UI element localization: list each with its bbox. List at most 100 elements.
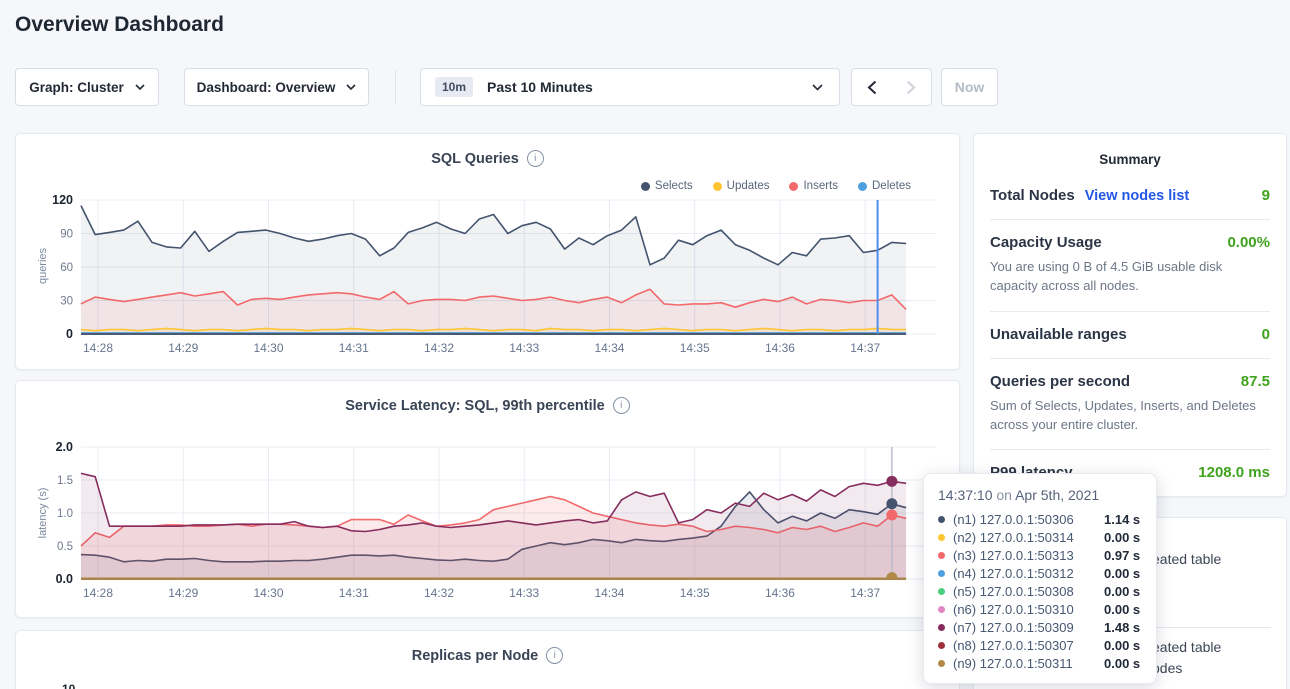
view-nodes-list-link[interactable]: View nodes list [1085,188,1190,204]
summary-row-qps: Queries per second 87.5 Sum of Selects, … [990,359,1270,451]
summary-title: Summary [974,152,1286,167]
tooltip-rows: (n1) 127.0.0.1:503061.14 s(n2) 127.0.0.1… [924,510,1156,672]
legend-item-inserts[interactable]: Inserts [789,180,838,192]
time-range-dropdown[interactable]: 10m Past 10 Minutes [420,68,840,106]
replicas-title-row: Replicas per Node i [16,647,959,664]
replicas-axis-partial-tick: 10 [62,682,75,689]
time-range-label: Past 10 Minutes [487,79,593,95]
dashboard-selector-label: Dashboard: Overview [197,80,336,95]
service-latency-title-row: Service Latency: SQL, 99th percentile i [16,397,959,414]
tooltip-row: (n9) 127.0.0.1:503110.00 s [924,654,1156,672]
summary-row-unavailable-ranges: Unavailable ranges 0 [990,312,1270,359]
svg-text:0: 0 [66,327,73,341]
capacity-usage-description: You are using 0 B of 4.5 GiB usable disk… [990,258,1270,296]
info-icon[interactable]: i [546,647,563,664]
legend-item-updates[interactable]: Updates [713,180,770,192]
svg-text:14:35: 14:35 [680,586,710,600]
summary-rows: Total Nodes View nodes list 9 Capacity U… [974,167,1286,496]
svg-text:14:33: 14:33 [509,341,539,355]
chevron-down-icon [346,84,356,90]
graph-selector-dropdown[interactable]: Graph: Cluster [15,68,159,106]
summary-row-total-nodes: Total Nodes View nodes list 9 [990,173,1270,220]
node-address: (n7) 127.0.0.1:50309 [953,620,1104,635]
capacity-usage-value: 0.00% [1227,234,1270,251]
svg-text:14:29: 14:29 [168,341,198,355]
node-address: (n9) 127.0.0.1:50311 [953,656,1104,671]
svg-text:14:34: 14:34 [594,341,624,355]
svg-text:14:36: 14:36 [765,341,795,355]
node-latency-value: 1.14 s [1104,512,1140,527]
svg-text:1.0: 1.0 [57,508,73,520]
legend-dot [858,182,867,191]
node-color-dot [938,642,945,649]
info-icon[interactable]: i [527,150,544,167]
tooltip-date: Apr 5th, 2021 [1015,487,1099,503]
tooltip-on-word: on [996,487,1012,503]
node-color-dot [938,606,945,613]
svg-text:30: 30 [60,296,73,308]
node-latency-value: 0.97 s [1104,548,1140,563]
svg-text:14:37: 14:37 [850,586,880,600]
svg-text:120: 120 [52,193,73,207]
node-color-dot [938,534,945,541]
sql-queries-legend: Selects Updates Inserts Deletes [641,180,911,192]
node-color-dot [938,660,945,667]
service-latency-chart[interactable]: 14:2814:2914:3014:3114:3214:3314:3414:35… [36,439,936,605]
tooltip-row: (n4) 127.0.0.1:503120.00 s [924,564,1156,582]
node-color-dot [938,588,945,595]
replicas-title: Replicas per Node [412,648,539,664]
sql-queries-chart[interactable]: 14:2814:2914:3014:3114:3214:3314:3414:35… [36,192,936,360]
legend-dot [713,182,722,191]
event-item-text-fragment: eated table [1152,639,1221,655]
svg-text:14:29: 14:29 [168,586,198,600]
summary-row-capacity: Capacity Usage 0.00% You are using 0 B o… [990,220,1270,312]
controls-divider [395,70,396,104]
node-latency-value: 0.00 s [1104,656,1140,671]
svg-text:60: 60 [60,262,73,274]
svg-text:14:36: 14:36 [765,586,795,600]
qps-description: Sum of Selects, Updates, Inserts, and De… [990,397,1270,435]
node-latency-value: 0.00 s [1104,638,1140,653]
tooltip-row: (n2) 127.0.0.1:503140.00 s [924,528,1156,546]
sql-queries-card: SQL Queries i Selects Updates Inserts Delet… [15,133,960,370]
tooltip-row: (n3) 127.0.0.1:503130.97 s [924,546,1156,564]
info-icon[interactable]: i [613,397,630,414]
now-button: Now [941,68,998,106]
event-item-text-fragment: eated table [1152,551,1221,567]
node-address: (n3) 127.0.0.1:50313 [953,548,1104,563]
sql-queries-title-row: SQL Queries i [16,150,959,167]
svg-text:14:32: 14:32 [424,586,454,600]
svg-text:2.0: 2.0 [56,440,73,454]
svg-text:14:32: 14:32 [424,341,454,355]
legend-label: Selects [655,180,693,192]
time-next-button [891,68,932,106]
replicas-per-node-card: Replicas per Node i [15,630,960,689]
overview-dashboard-page: Overview Dashboard Graph: Cluster Dashbo… [0,0,1290,689]
qps-value: 87.5 [1241,373,1270,390]
time-prev-button[interactable] [851,68,892,106]
sql-queries-title: SQL Queries [431,151,519,167]
total-nodes-value: 9 [1262,187,1270,204]
tooltip-row: (n7) 127.0.0.1:503091.48 s [924,618,1156,636]
unavailable-ranges-label: Unavailable ranges [990,326,1127,343]
tooltip-header: 14:37:10 on Apr 5th, 2021 [924,487,1156,510]
svg-text:90: 90 [60,229,73,241]
tooltip-row: (n6) 127.0.0.1:503100.00 s [924,600,1156,618]
graph-selector-label: Graph: Cluster [29,80,124,95]
svg-text:14:30: 14:30 [253,341,283,355]
qps-label: Queries per second [990,373,1130,390]
tooltip-row: (n5) 127.0.0.1:503080.00 s [924,582,1156,600]
node-address: (n2) 127.0.0.1:50314 [953,530,1104,545]
legend-item-deletes[interactable]: Deletes [858,180,911,192]
chart-tooltip: 14:37:10 on Apr 5th, 2021 (n1) 127.0.0.1… [923,473,1157,684]
svg-text:14:30: 14:30 [253,586,283,600]
legend-label: Inserts [803,180,838,192]
node-latency-value: 0.00 s [1104,584,1140,599]
node-latency-value: 0.00 s [1104,602,1140,617]
svg-text:14:35: 14:35 [680,341,710,355]
svg-text:0.5: 0.5 [57,541,73,553]
node-address: (n1) 127.0.0.1:50306 [953,512,1104,527]
node-latency-value: 1.48 s [1104,620,1140,635]
legend-item-selects[interactable]: Selects [641,180,693,192]
dashboard-selector-dropdown[interactable]: Dashboard: Overview [184,68,369,106]
